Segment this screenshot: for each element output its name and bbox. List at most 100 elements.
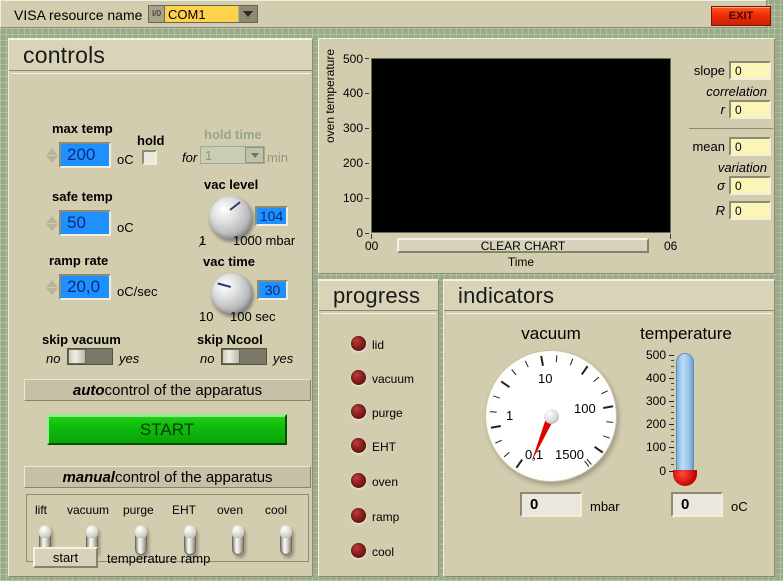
thermo-tickmark-0	[669, 471, 674, 472]
skip-ncool-switch[interactable]	[221, 348, 267, 365]
chart-ytick-0: 0	[356, 226, 363, 240]
thermo-tick-100: 100	[645, 440, 666, 454]
manual-control-header-rest: control of the apparatus	[114, 468, 273, 486]
temperature-ramp-start-button[interactable]: start	[33, 547, 98, 568]
visa-resource-label: VISA resource name	[14, 7, 143, 23]
mean-row: mean 0	[689, 137, 771, 156]
auto-control-header-bold: auto	[72, 381, 105, 399]
chart-ytickmark-0	[365, 233, 369, 234]
indicators-title: indicators	[444, 280, 774, 311]
indicators-panel: indicators vacuum 1 10 100 1500 0,1 0 mb…	[443, 279, 775, 577]
skip-ncool-label: skip Ncool	[197, 332, 263, 347]
gauge-hub	[544, 409, 559, 424]
max-temp-label: max temp	[52, 121, 113, 136]
gauge-scale-1: 1	[506, 408, 514, 423]
chart-ytickmark-100	[365, 198, 369, 199]
safe-temp-spinner[interactable]	[45, 210, 59, 236]
safe-temp-stepper[interactable]: 50	[45, 210, 111, 236]
ramp-rate-unit: oC/sec	[117, 284, 158, 299]
hold-time-value: 1	[205, 147, 213, 163]
hold-time-unit: min	[267, 150, 288, 165]
rsq-row: R 0	[689, 201, 771, 220]
led-label-purge: purge	[372, 406, 403, 420]
exit-button[interactable]: EXIT	[711, 6, 771, 26]
vacuum-gauge: 1 10 100 1500 0,1	[485, 350, 617, 482]
led-label-ramp: ramp	[372, 510, 400, 524]
max-temp-stepper[interactable]: 200	[45, 142, 111, 168]
hold-checkbox[interactable]	[142, 150, 157, 165]
divider	[11, 73, 310, 74]
divider	[446, 313, 772, 314]
vac-time-max: 100 sec	[230, 309, 276, 324]
rsq-value: 0	[729, 201, 771, 220]
vac-time-label: vac time	[203, 254, 256, 269]
controls-panel: controls max temp 200 oC hold hold time …	[8, 38, 313, 577]
led-oven	[351, 473, 366, 488]
thermo-tick-200: 200	[645, 417, 666, 431]
visa-resource-value[interactable]: COM1	[164, 6, 238, 22]
led-ramp	[351, 508, 366, 523]
led-vacuum	[351, 370, 366, 385]
chart-ytickmark-500	[365, 58, 369, 59]
manual-toggle-cool[interactable]	[278, 525, 294, 555]
correlation-label: correlation	[706, 84, 767, 99]
r-label: r	[720, 102, 725, 117]
visa-resource-combobox[interactable]: I/0 COM1	[148, 5, 258, 23]
ramp-rate-stepper[interactable]: 20,0	[45, 274, 111, 300]
manual-toggle-oven[interactable]	[230, 525, 246, 555]
led-label-eht: EHT	[372, 440, 396, 454]
thermo-tickmark-300	[669, 401, 674, 402]
temperature-label: temperature	[640, 324, 732, 343]
vacuum-unit: mbar	[590, 499, 620, 514]
r-row: r 0	[689, 100, 771, 119]
gauge-tick	[489, 411, 497, 413]
chart-ytick-200: 200	[342, 156, 363, 170]
sigma-label: σ	[717, 178, 725, 193]
progress-panel: progress lid vacuum purge EHT oven ramp …	[318, 279, 439, 577]
manual-switch-label-cool: cool	[265, 503, 288, 517]
sigma-row: σ 0	[689, 176, 771, 195]
chart-ytickmark-400	[365, 93, 369, 94]
safe-temp-unit: oC	[117, 220, 134, 235]
max-temp-spinner[interactable]	[45, 142, 59, 168]
hold-label: hold	[137, 133, 165, 148]
thermo-tick-0: 0	[659, 464, 666, 478]
led-purge	[351, 404, 366, 419]
vac-time-value[interactable]: 30	[257, 280, 288, 300]
chevron-down-icon[interactable]	[238, 6, 257, 22]
ramp-rate-value[interactable]: 20,0	[59, 274, 111, 300]
vac-level-value[interactable]: 104	[255, 206, 288, 226]
chart-ytickmark-300	[365, 128, 369, 129]
thermo-tick-500: 500	[645, 348, 666, 362]
max-temp-value[interactable]: 200	[59, 142, 111, 168]
slope-label: slope	[693, 63, 725, 78]
led-cool	[351, 543, 366, 558]
hold-time-chevron-down-icon[interactable]	[245, 147, 264, 163]
clear-chart-button[interactable]: CLEAR CHART	[397, 238, 649, 253]
thermometer-bulb	[673, 470, 697, 486]
led-label-oven: oven	[372, 475, 399, 489]
led-label-vacuum: vacuum	[372, 372, 415, 386]
vac-level-label: vac level	[204, 177, 259, 192]
temperature-value: 0	[671, 492, 723, 517]
manual-switch-label-purge: purge	[123, 503, 154, 517]
manual-control-header-bold: manual	[62, 468, 115, 486]
start-button[interactable]: START	[47, 414, 287, 445]
safe-temp-label: safe temp	[52, 189, 113, 204]
chart-ytick-100: 100	[342, 191, 363, 205]
chart-xtick-end: 06	[664, 239, 678, 253]
r-value: 0	[729, 100, 771, 119]
vacuum-value: 0	[520, 492, 582, 517]
manual-switch-label-lift: lift	[35, 503, 47, 517]
oven-temperature-chart[interactable]	[371, 58, 671, 233]
manual-switch-label-eht: EHT	[172, 503, 196, 517]
skip-vacuum-off-label: no	[46, 351, 61, 366]
chart-panel: oven temperature 500 400 300 200 100 0 0…	[318, 38, 775, 274]
ramp-rate-spinner[interactable]	[45, 274, 59, 300]
chart-xtick-start: 00	[365, 239, 379, 253]
safe-temp-value[interactable]: 50	[59, 210, 111, 236]
stats-divider	[689, 128, 773, 129]
skip-vacuum-switch[interactable]	[67, 348, 113, 365]
auto-control-header-rest: control of the apparatus	[104, 381, 263, 399]
top-bar: VISA resource name I/0 COM1 EXIT	[0, 0, 771, 28]
